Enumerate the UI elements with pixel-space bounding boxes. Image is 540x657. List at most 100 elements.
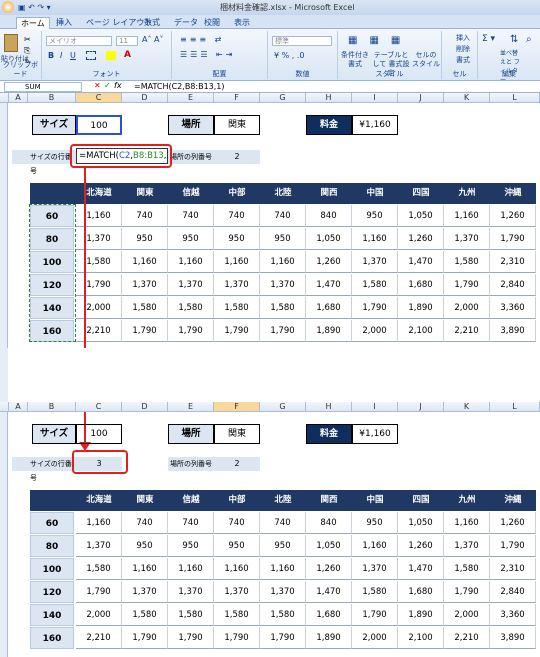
price-cell-2[interactable]: 1,370 xyxy=(352,558,398,580)
price-cell[interactable]: 1,790 xyxy=(76,274,122,296)
font-size-select[interactable]: 11 xyxy=(116,36,138,46)
price-cell-2[interactable]: 2,210 xyxy=(444,627,490,649)
price-cell[interactable]: 3,360 xyxy=(490,297,536,319)
price-cell-2[interactable]: 1,580 xyxy=(168,604,214,626)
price-cell-2[interactable]: 1,790 xyxy=(122,627,168,649)
price-cell[interactable]: 1,580 xyxy=(260,297,306,319)
price-cell[interactable]: 1,160 xyxy=(76,205,122,227)
fee-value-cell-2[interactable]: ¥1,160 xyxy=(352,424,398,444)
italic-icon[interactable]: I xyxy=(60,51,62,60)
price-cell-2[interactable]: 1,370 xyxy=(168,581,214,603)
place-input-cell[interactable]: 関東 xyxy=(214,115,260,135)
price-cell-2[interactable]: 950 xyxy=(260,535,306,557)
column-header-l-2[interactable]: L xyxy=(490,402,540,412)
tab-review[interactable]: 校閲 xyxy=(200,17,224,29)
price-cell[interactable]: 1,260 xyxy=(490,205,536,227)
column-header-c-2[interactable]: C xyxy=(76,402,122,412)
price-cell-2[interactable]: 1,890 xyxy=(306,627,352,649)
office-button[interactable] xyxy=(2,1,14,13)
price-cell[interactable]: 1,370 xyxy=(444,228,490,250)
price-cell-2[interactable]: 740 xyxy=(122,512,168,534)
align-icons[interactable]: ≡≡≡ ⇄ xyxy=(180,35,224,44)
price-cell[interactable]: 1,580 xyxy=(444,251,490,273)
price-cell[interactable]: 2,000 xyxy=(352,320,398,342)
price-cell-2[interactable]: 1,370 xyxy=(76,535,122,557)
price-cell-2[interactable]: 1,580 xyxy=(444,558,490,580)
price-cell[interactable]: 1,370 xyxy=(168,274,214,296)
price-cell[interactable]: 1,370 xyxy=(214,274,260,296)
price-cell-2[interactable]: 3,890 xyxy=(490,627,536,649)
price-cell-2[interactable]: 1,370 xyxy=(444,535,490,557)
column-header-g-2[interactable]: G xyxy=(260,402,306,412)
price-cell-2[interactable]: 1,790 xyxy=(444,581,490,603)
price-cell[interactable]: 1,890 xyxy=(306,320,352,342)
column-header-j-2[interactable]: J xyxy=(398,402,444,412)
price-cell-2[interactable]: 1,160 xyxy=(168,558,214,580)
price-cell[interactable]: 1,790 xyxy=(122,320,168,342)
price-cell[interactable]: 740 xyxy=(214,205,260,227)
grow-font-icon[interactable]: A˄ A˅ xyxy=(142,35,164,44)
price-cell-2[interactable]: 1,050 xyxy=(398,512,444,534)
tab-formulas[interactable]: 数式 xyxy=(140,17,164,29)
price-cell[interactable]: 950 xyxy=(168,228,214,250)
price-cell-2[interactable]: 1,790 xyxy=(168,627,214,649)
underline-icon[interactable]: U xyxy=(70,51,76,60)
fill-color-icon[interactable] xyxy=(106,51,116,60)
format-cells-button[interactable]: 書式 xyxy=(456,56,470,65)
name-box[interactable]: SUM xyxy=(4,82,82,92)
find-icon[interactable]: ⌕ xyxy=(526,34,532,45)
price-cell[interactable]: 740 xyxy=(168,205,214,227)
border-icon[interactable] xyxy=(86,51,96,60)
enter-icon[interactable]: ✓ xyxy=(104,81,111,90)
price-cell[interactable]: 2,000 xyxy=(76,297,122,319)
number-format-select[interactable]: 標準 xyxy=(272,36,332,46)
price-cell-2[interactable]: 1,790 xyxy=(214,627,260,649)
column-header-b-2[interactable]: B xyxy=(28,402,76,412)
price-cell[interactable]: 950 xyxy=(214,228,260,250)
price-cell-2[interactable]: 740 xyxy=(214,512,260,534)
price-cell[interactable]: 2,840 xyxy=(490,274,536,296)
price-cell[interactable]: 1,050 xyxy=(306,228,352,250)
price-cell-2[interactable]: 2,000 xyxy=(352,627,398,649)
price-cell[interactable]: 1,160 xyxy=(444,205,490,227)
price-cell[interactable]: 1,790 xyxy=(260,320,306,342)
column-header-l[interactable]: L xyxy=(490,93,540,103)
price-cell-2[interactable]: 2,840 xyxy=(490,581,536,603)
cut-icon[interactable]: ✂ xyxy=(24,35,31,44)
font-color-icon[interactable]: A xyxy=(124,50,131,60)
price-cell-2[interactable]: 950 xyxy=(122,535,168,557)
price-cell[interactable]: 1,580 xyxy=(214,297,260,319)
tab-data[interactable]: データ xyxy=(170,17,202,29)
price-cell-2[interactable]: 1,260 xyxy=(306,558,352,580)
price-cell[interactable]: 1,580 xyxy=(168,297,214,319)
corner-2[interactable] xyxy=(0,402,9,412)
bold-icon[interactable]: B xyxy=(48,51,54,60)
column-header-h-2[interactable]: H xyxy=(306,402,352,412)
price-cell[interactable]: 1,790 xyxy=(490,228,536,250)
column-header-i-2[interactable]: I xyxy=(352,402,398,412)
price-cell[interactable]: 1,680 xyxy=(398,274,444,296)
cell-style-button[interactable]: セルの スタイル xyxy=(412,51,440,69)
price-cell[interactable]: 740 xyxy=(260,205,306,227)
font-name-select[interactable]: メイリオ xyxy=(46,36,112,46)
price-cell-2[interactable]: 1,790 xyxy=(490,535,536,557)
price-cell-2[interactable]: 2,310 xyxy=(490,558,536,580)
price-cell-2[interactable]: 1,580 xyxy=(352,581,398,603)
price-cell[interactable]: 1,580 xyxy=(122,297,168,319)
price-cell-2[interactable]: 1,580 xyxy=(260,604,306,626)
price-cell[interactable]: 1,370 xyxy=(260,274,306,296)
price-cell-2[interactable]: 740 xyxy=(168,512,214,534)
price-cell[interactable]: 950 xyxy=(122,228,168,250)
price-cell-2[interactable]: 1,260 xyxy=(490,512,536,534)
price-cell-2[interactable]: 3,360 xyxy=(490,604,536,626)
price-cell-2[interactable]: 1,680 xyxy=(398,581,444,603)
column-header-d[interactable]: D xyxy=(122,93,168,103)
tab-home[interactable]: ホーム xyxy=(16,17,50,29)
price-cell-2[interactable]: 1,580 xyxy=(214,604,260,626)
paste-icon[interactable] xyxy=(4,34,18,52)
price-cell[interactable]: 840 xyxy=(306,205,352,227)
price-cell[interactable]: 1,160 xyxy=(214,251,260,273)
copy-icon[interactable]: ⎘ xyxy=(24,46,30,56)
price-cell[interactable]: 2,100 xyxy=(398,320,444,342)
price-cell[interactable]: 2,210 xyxy=(444,320,490,342)
